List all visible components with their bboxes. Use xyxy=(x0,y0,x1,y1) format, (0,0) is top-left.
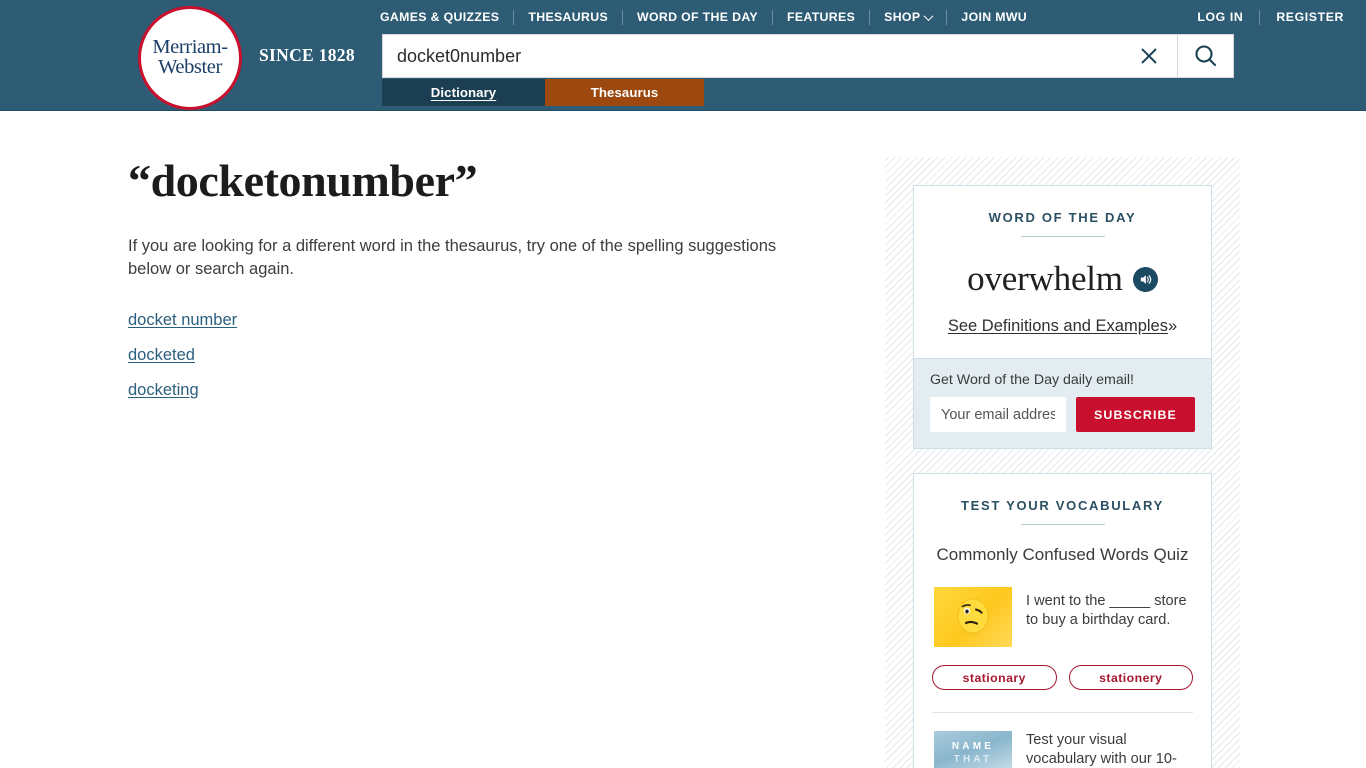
quiz-answer-stationery[interactable]: stationery xyxy=(1068,665,1193,690)
close-x-icon xyxy=(1141,48,1157,64)
name-that-thing-promo[interactable]: NAME THAT Test your visual vocabulary wi… xyxy=(914,713,1211,768)
nav-divider xyxy=(1259,9,1261,25)
suggestion-link-docketed[interactable]: docketed xyxy=(128,346,195,365)
quiz-thumbnail xyxy=(934,587,1012,647)
confused-face-emoji xyxy=(957,598,989,637)
clear-search-button[interactable] xyxy=(1121,35,1177,77)
search-scope-tabs: Dictionary Thesaurus xyxy=(382,79,704,106)
see-definitions-link[interactable]: See Definitions and Examples xyxy=(948,317,1168,335)
logo-circle: Merriam- Webster xyxy=(138,6,242,110)
promo-thumb-line-1-text: NAME xyxy=(951,741,995,752)
divider xyxy=(1020,524,1105,525)
nav-label: JOIN MWU xyxy=(961,10,1028,24)
quiz-answer-stationary[interactable]: stationary xyxy=(932,665,1057,690)
magnifier-icon xyxy=(1194,45,1216,67)
tab-dictionary[interactable]: Dictionary xyxy=(382,79,545,106)
subscribe-row: SUBSCRIBE xyxy=(930,397,1195,432)
nav-item-shop[interactable]: SHOP xyxy=(870,10,946,24)
search-input[interactable] xyxy=(383,35,1121,77)
main-content: “docketonumber” If you are looking for a… xyxy=(128,155,828,416)
spelling-suggestions-list: docket number docketed docketing xyxy=(128,311,828,400)
word-of-the-day-card: WORD OF THE DAY overwhelm See Definition… xyxy=(913,185,1212,449)
page-title: “docketonumber” xyxy=(128,155,478,206)
page-body: “docketonumber” If you are looking for a… xyxy=(0,111,1366,768)
nav-item-thesaurus[interactable]: THESAURUS xyxy=(514,10,622,24)
nav-item-features[interactable]: FEATURES xyxy=(773,10,869,24)
nav-divider xyxy=(513,9,515,25)
quiz-kicker: TEST YOUR VOCABULARY xyxy=(960,498,1164,513)
quiz-body: TEST YOUR VOCABULARY Commonly Confused W… xyxy=(914,474,1211,712)
site-logo[interactable]: Merriam- Webster xyxy=(128,6,252,110)
nav-label: THESAURUS xyxy=(528,10,609,24)
chevron-down-icon xyxy=(923,10,934,21)
nav-label: SHOP xyxy=(884,10,921,24)
quiz-answer-options: stationary stationery xyxy=(932,665,1193,712)
suggestion-link-docket-number[interactable]: docket number xyxy=(128,311,237,330)
double-chevron-icon: » xyxy=(1167,317,1178,335)
account-nav: LOG IN REGISTER xyxy=(1181,8,1344,26)
nav-item-games-quizzes[interactable]: GAMES & QUIZZES xyxy=(380,10,513,24)
promo-thumbnail: NAME THAT xyxy=(934,731,1012,768)
register-link[interactable]: REGISTER xyxy=(1260,10,1344,24)
nav-item-word-of-the-day[interactable]: WORD OF THE DAY xyxy=(623,10,772,24)
email-field[interactable] xyxy=(930,397,1066,432)
log-in-link[interactable]: LOG IN xyxy=(1181,10,1259,24)
subscribe-label: Get Word of the Day daily email! xyxy=(930,372,1134,388)
wotd-subscribe-box: Get Word of the Day daily email! SUBSCRI… xyxy=(914,358,1211,448)
search-bar xyxy=(382,34,1234,78)
nav-item-join-mwu[interactable]: JOIN MWU xyxy=(947,10,1041,24)
wotd-definitions-link-row: See Definitions and Examples» xyxy=(932,317,1193,358)
tab-thesaurus-label: Thesaurus xyxy=(590,85,659,100)
nav-label: GAMES & QUIZZES xyxy=(380,10,500,24)
quiz-question-row: I went to the _____ store to buy a birth… xyxy=(932,587,1193,647)
wotd-audio-button[interactable] xyxy=(1132,266,1158,292)
promo-thumb-line-2: THAT xyxy=(953,754,993,765)
wotd-kicker: WORD OF THE DAY xyxy=(988,210,1137,225)
wotd-word-text: overwhelm xyxy=(967,259,1123,298)
promo-text: Test your visual vocabulary with our 10-… xyxy=(1026,732,1177,768)
wotd-word: overwhelm xyxy=(967,259,1158,299)
divider xyxy=(1020,236,1105,237)
site-header: Merriam- Webster SINCE 1828 GAMES & QUIZ… xyxy=(0,0,1366,111)
nav-divider xyxy=(946,9,948,25)
tab-dictionary-label: Dictionary xyxy=(430,85,497,100)
test-your-vocabulary-card: TEST YOUR VOCABULARY Commonly Confused W… xyxy=(913,473,1212,768)
subscribe-button[interactable]: SUBSCRIBE xyxy=(1076,397,1195,432)
promo-thumb-line-1: NAME xyxy=(952,741,994,752)
nav-divider xyxy=(622,9,624,25)
nav-label: FEATURES xyxy=(786,10,856,24)
nav-divider xyxy=(869,9,871,25)
search-submit-button[interactable] xyxy=(1177,35,1233,77)
logo-line-2: Webster xyxy=(158,56,222,78)
wotd-body: WORD OF THE DAY overwhelm See Definition… xyxy=(914,186,1211,358)
tab-thesaurus[interactable]: Thesaurus xyxy=(545,79,704,106)
suggestion-link-docketing[interactable]: docketing xyxy=(128,381,199,400)
nav-divider xyxy=(771,9,773,25)
spelling-suggestion-note: If you are looking for a different word … xyxy=(128,237,777,279)
quiz-title: Commonly Confused Words Quiz xyxy=(936,545,1189,564)
quiz-question-text: I went to the _____ store to buy a birth… xyxy=(1026,593,1187,629)
since-tagline: SINCE 1828 xyxy=(259,45,355,65)
nav-label: WORD OF THE DAY xyxy=(637,10,758,24)
sidebar: WORD OF THE DAY overwhelm See Definition… xyxy=(885,157,1240,768)
speaker-icon xyxy=(1140,274,1151,284)
primary-nav: GAMES & QUIZZES THESAURUS WORD OF THE DA… xyxy=(380,8,1041,26)
